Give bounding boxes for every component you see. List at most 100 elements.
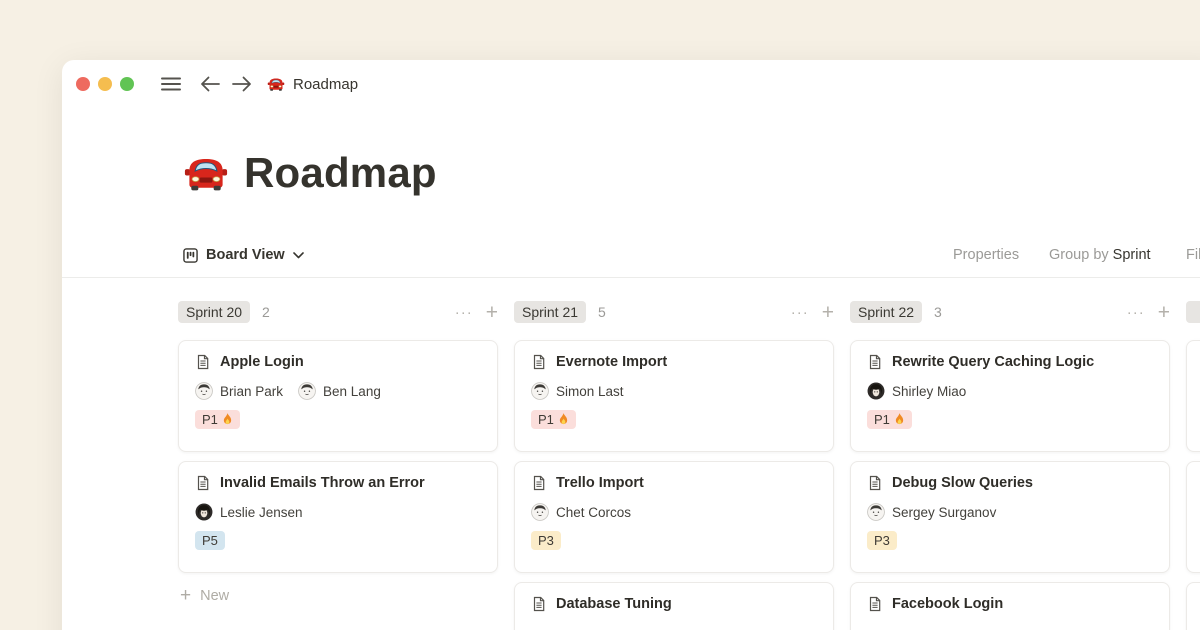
- fire-icon: [894, 413, 905, 426]
- avatar-ben-lang: [298, 382, 316, 400]
- card-evernote-import[interactable]: Evernote Import Simon Last P1: [514, 340, 834, 452]
- card-database-tuning[interactable]: Database Tuning: [514, 582, 834, 630]
- app-window: Roadmap Roadmap Board View Prope: [62, 60, 1200, 630]
- column-name-badge: Sprint 22: [850, 301, 922, 323]
- page-doc-icon: [195, 475, 211, 491]
- page-car-icon: [183, 150, 229, 196]
- column-header: Sprint 20 2 ··· +: [178, 300, 498, 324]
- card-apple-login[interactable]: Apple Login Brian Park Ben Lang P1: [178, 340, 498, 452]
- view-label: Board View: [206, 240, 285, 270]
- priority-badge: P3: [867, 531, 897, 550]
- column-header: Sprint 21 5 ··· +: [514, 300, 834, 324]
- card-invalid-emails[interactable]: Invalid Emails Throw an Error Leslie Jen…: [178, 461, 498, 573]
- priority-badge: P1: [531, 410, 576, 429]
- assignee-name: Leslie Jensen: [220, 505, 303, 520]
- hamburger-menu-icon[interactable]: [160, 76, 182, 92]
- window-titlebar: Roadmap: [62, 60, 1200, 108]
- assignee-name: Chet Corcos: [556, 505, 631, 520]
- avatar-sergey-surganov: [867, 503, 885, 521]
- breadcrumb[interactable]: Roadmap: [267, 75, 358, 93]
- assignee-name: Sergey Surganov: [892, 505, 996, 520]
- forward-arrow-icon[interactable]: [231, 75, 253, 93]
- board-column-partial: [1186, 300, 1200, 630]
- card-title: Evernote Import: [556, 354, 667, 370]
- card-partial[interactable]: [1186, 340, 1200, 452]
- priority-label: P1: [874, 412, 890, 427]
- avatar-brian-park: [195, 382, 213, 400]
- column-count: 5: [598, 304, 606, 320]
- screenshot-canvas: Roadmap Roadmap Board View Prope: [0, 0, 1200, 630]
- board-view-switcher[interactable]: Board View: [183, 240, 304, 270]
- board-column-sprint-22: Sprint 22 3 ··· + Rewrite Query Caching …: [850, 300, 1170, 630]
- assignee: Shirley Miao: [867, 382, 966, 400]
- column-more-icon[interactable]: ···: [1127, 305, 1145, 320]
- traffic-light-minimize[interactable]: [98, 77, 112, 91]
- chevron-down-icon: [293, 252, 304, 259]
- column-count: 2: [262, 304, 270, 320]
- column-add-icon[interactable]: +: [822, 302, 834, 323]
- car-icon: [267, 75, 285, 93]
- card-title: Facebook Login: [892, 596, 1003, 612]
- fire-icon: [222, 413, 233, 426]
- card-title: Debug Slow Queries: [892, 475, 1033, 491]
- plus-icon: +: [180, 586, 191, 605]
- properties-button[interactable]: Properties: [953, 240, 1019, 270]
- card-rewrite-query-caching[interactable]: Rewrite Query Caching Logic Shirley Miao…: [850, 340, 1170, 452]
- traffic-light-zoom[interactable]: [120, 77, 134, 91]
- assignee: Simon Last: [531, 382, 624, 400]
- column-add-icon[interactable]: +: [486, 302, 498, 323]
- group-by-button[interactable]: Group by Sprint: [1049, 240, 1151, 270]
- card-title: Trello Import: [556, 475, 644, 491]
- page-header: Roadmap: [183, 150, 437, 196]
- assignee-name: Brian Park: [220, 384, 283, 399]
- priority-label: P3: [538, 533, 554, 548]
- card-partial[interactable]: [1186, 582, 1200, 630]
- avatar-leslie-jensen: [195, 503, 213, 521]
- fire-icon: [558, 413, 569, 426]
- assignee: Ben Lang: [298, 382, 381, 400]
- column-header: Sprint 22 3 ··· +: [850, 300, 1170, 324]
- column-add-icon[interactable]: +: [1158, 302, 1170, 323]
- new-card-button[interactable]: + New: [178, 586, 498, 605]
- board-view-icon: [183, 248, 198, 263]
- traffic-light-close[interactable]: [76, 77, 90, 91]
- assignee-name: Ben Lang: [323, 384, 381, 399]
- page-doc-icon: [867, 354, 883, 370]
- column-count: 3: [934, 304, 942, 320]
- filter-button[interactable]: Filter: [1186, 240, 1200, 270]
- column-header: [1186, 300, 1200, 324]
- priority-label: P1: [202, 412, 218, 427]
- view-toolbar: Board View Properties Group by Sprint Fi…: [62, 240, 1200, 270]
- column-more-icon[interactable]: ···: [791, 305, 809, 320]
- page-doc-icon: [867, 596, 883, 612]
- priority-badge: P3: [531, 531, 561, 550]
- card-title: Invalid Emails Throw an Error: [220, 475, 425, 491]
- card-trello-import[interactable]: Trello Import Chet Corcos P3: [514, 461, 834, 573]
- card-title: Database Tuning: [556, 596, 672, 612]
- page-doc-icon: [867, 475, 883, 491]
- priority-label: P1: [538, 412, 554, 427]
- card-debug-slow-queries[interactable]: Debug Slow Queries Sergey Surganov P3: [850, 461, 1170, 573]
- page-doc-icon: [531, 354, 547, 370]
- group-by-label: Group by: [1049, 247, 1113, 263]
- toolbar-divider: [62, 277, 1200, 278]
- card-facebook-login[interactable]: Facebook Login: [850, 582, 1170, 630]
- assignee: Chet Corcos: [531, 503, 631, 521]
- card-partial[interactable]: [1186, 461, 1200, 573]
- avatar-simon-last: [531, 382, 549, 400]
- column-more-icon[interactable]: ···: [455, 305, 473, 320]
- card-title: Rewrite Query Caching Logic: [892, 354, 1094, 370]
- avatar-shirley-miao: [867, 382, 885, 400]
- column-name-badge: Sprint 20: [178, 301, 250, 323]
- assignee: Brian Park: [195, 382, 283, 400]
- group-by-value: Sprint: [1113, 247, 1151, 263]
- board-column-sprint-21: Sprint 21 5 ··· + Evernote Import Simon …: [514, 300, 834, 630]
- board-column-sprint-20: Sprint 20 2 ··· + Apple Login Brian Park: [178, 300, 498, 605]
- assignee-name: Simon Last: [556, 384, 624, 399]
- card-title: Apple Login: [220, 354, 304, 370]
- back-arrow-icon[interactable]: [199, 75, 221, 93]
- page-doc-icon: [531, 596, 547, 612]
- priority-badge: P1: [867, 410, 912, 429]
- assignee-name: Shirley Miao: [892, 384, 966, 399]
- priority-badge: P1: [195, 410, 240, 429]
